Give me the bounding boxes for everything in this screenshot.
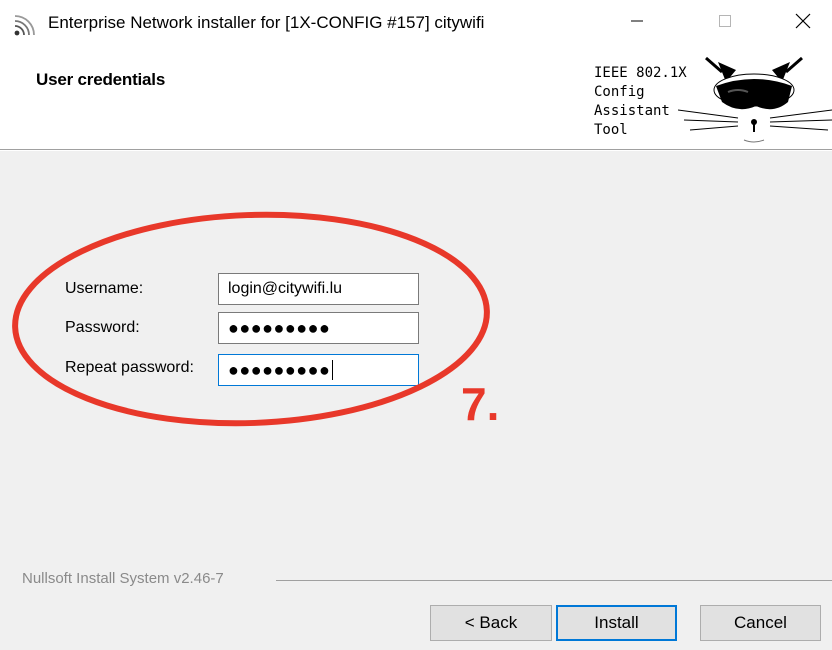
cancel-button[interactable]: Cancel (700, 605, 821, 641)
page-title: User credentials (36, 70, 166, 89)
minimize-button[interactable] (610, 0, 664, 42)
maximize-button (698, 0, 752, 42)
installer-branding: Nullsoft Install System v2.46-7 (22, 570, 224, 587)
install-button[interactable]: Install (556, 605, 677, 641)
cat-logo-icon (678, 56, 832, 143)
page-header: User credentials IEEE 802.1X Config Assi… (0, 42, 832, 150)
close-icon (795, 13, 811, 29)
wifi-icon (14, 15, 35, 36)
brand-text: IEEE 802.1X Config Assistant Tool (594, 65, 687, 138)
maximize-icon (719, 15, 731, 27)
back-button[interactable]: < Back (430, 605, 552, 641)
footer-divider (276, 580, 832, 581)
title-bar[interactable]: Enterprise Network installer for [1X-CON… (0, 0, 832, 42)
step-number: 7. (461, 378, 500, 430)
installer-window: Enterprise Network installer for [1X-CON… (0, 0, 832, 650)
close-button[interactable] (776, 0, 830, 42)
content-panel: Username: login@citywifi.lu Password: ●●… (0, 151, 832, 650)
minimize-icon (631, 20, 643, 22)
window-title: Enterprise Network installer for [1X-CON… (48, 13, 485, 32)
